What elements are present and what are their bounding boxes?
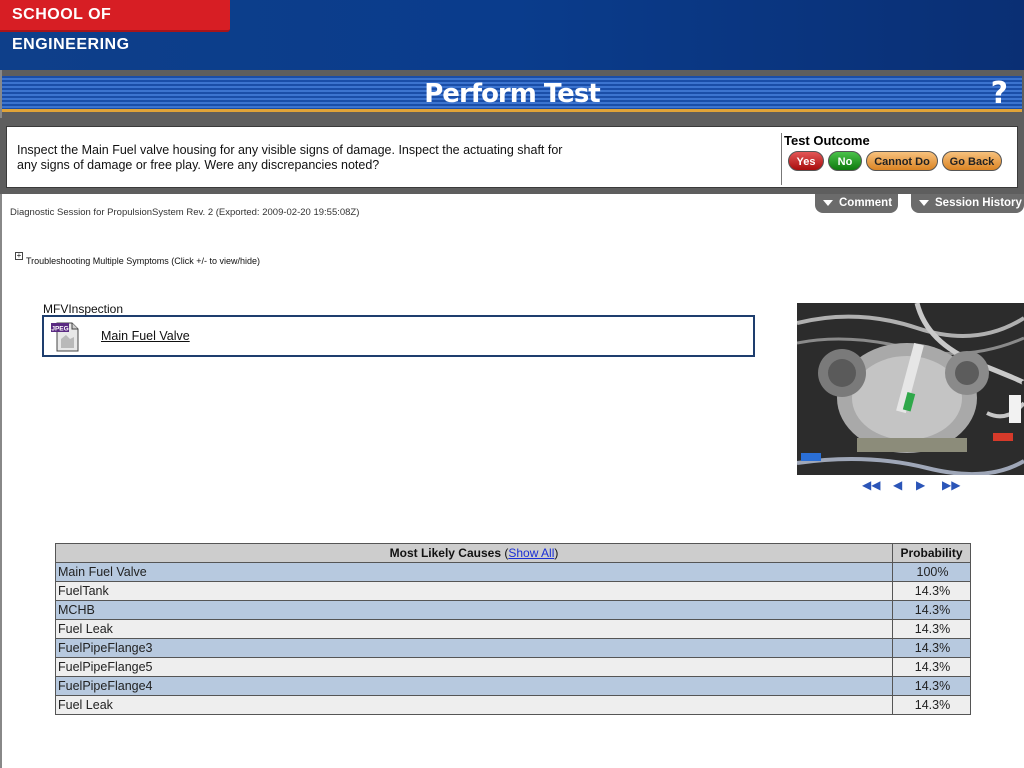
cause-cell: FuelPipeFlange3 — [55, 638, 893, 658]
title-bar-inner: Perform Test ? — [2, 76, 1022, 112]
probability-cell: 14.3% — [892, 581, 971, 601]
help-icon[interactable]: ? — [991, 78, 1008, 110]
most-likely-causes-table: Most Likely Causes (Show All) Probabilit… — [55, 543, 971, 715]
header-banner: SCHOOL OF ENGINEERING — [0, 0, 1024, 70]
troubleshooting-toggle-row: +Troubleshooting Multiple Symptoms (Clic… — [15, 252, 260, 266]
probability-cell: 14.3% — [892, 638, 971, 658]
page-title: Perform Test — [424, 79, 600, 109]
cannot-do-button[interactable]: Cannot Do — [866, 151, 938, 171]
test-outcome-buttons: Yes No Cannot Do Go Back — [788, 151, 1006, 171]
table-header-row: Most Likely Causes (Show All) Probabilit… — [55, 543, 971, 563]
causes-table-body: Main Fuel Valve 100% FuelTank 14.3% MCHB 14.3… — [55, 562, 971, 715]
triangle-down-icon — [919, 199, 929, 206]
test-name: MFVInspection — [43, 302, 124, 316]
component-photo — [797, 303, 1024, 475]
title-bar: Perform Test ? — [0, 70, 1024, 118]
cause-cell: FuelPipeFlange4 — [55, 676, 893, 696]
test-outcome-title: Test Outcome — [784, 133, 870, 148]
session-history-tab[interactable]: Session History — [911, 194, 1024, 213]
cause-cell: FuelPipeFlange5 — [55, 657, 893, 677]
expand-plus-icon[interactable]: + — [15, 252, 23, 260]
instruction-line-1: Inspect the Main Fuel valve housing for … — [17, 143, 563, 157]
attachment-box: JPEG Main Fuel Valve — [42, 315, 755, 357]
cause-cell: MCHB — [55, 600, 893, 620]
table-row[interactable]: Fuel Leak 14.3% — [55, 695, 971, 715]
causes-header-label: Most Likely Causes — [389, 546, 501, 560]
instruction-line-2: any signs of damage or free play. Were a… — [17, 158, 380, 172]
probability-cell: 14.3% — [892, 619, 971, 639]
app-root: SCHOOL OF ENGINEERING Perform Test ? Ins… — [0, 0, 1024, 768]
table-row[interactable]: FuelPipeFlange5 14.3% — [55, 657, 971, 677]
probability-cell: 100% — [892, 562, 971, 582]
table-row[interactable]: FuelTank 14.3% — [55, 581, 971, 601]
session-info: Diagnostic Session for PropulsionSystem … — [10, 207, 360, 218]
no-button[interactable]: No — [828, 151, 862, 171]
jpeg-icon-label: JPEG — [51, 326, 68, 333]
probability-header: Probability — [892, 543, 971, 563]
cause-cell: Fuel Leak — [55, 619, 893, 639]
last-image-icon[interactable]: ▶▶ — [942, 478, 960, 492]
jpeg-file-icon[interactable]: JPEG — [50, 321, 80, 352]
next-image-icon[interactable]: ▶ — [916, 478, 925, 492]
comment-tab[interactable]: Comment — [815, 194, 898, 213]
test-outcome-section: Test Outcome Yes No Cannot Do Go Back — [781, 133, 1002, 185]
probability-cell: 14.3% — [892, 600, 971, 620]
first-image-icon[interactable]: ◀◀ — [862, 478, 880, 492]
probability-cell: 14.3% — [892, 657, 971, 677]
probability-cell: 14.3% — [892, 676, 971, 696]
school-label: SCHOOL OF ENGINEERING — [0, 0, 230, 53]
causes-header: Most Likely Causes (Show All) — [55, 543, 893, 563]
cause-cell: Fuel Leak — [55, 695, 893, 715]
table-row[interactable]: FuelPipeFlange4 14.3% — [55, 676, 971, 696]
instruction-panel-frame: Inspect the Main Fuel valve housing for … — [0, 118, 1024, 194]
yes-button[interactable]: Yes — [788, 151, 824, 171]
cause-cell: Main Fuel Valve — [55, 562, 893, 582]
main-fuel-valve-photo — [797, 303, 1024, 475]
table-row[interactable]: Fuel Leak 14.3% — [55, 619, 971, 639]
instruction-panel: Inspect the Main Fuel valve housing for … — [6, 126, 1018, 188]
table-row[interactable]: FuelPipeFlange3 14.3% — [55, 638, 971, 658]
go-back-button[interactable]: Go Back — [942, 151, 1002, 171]
table-row[interactable]: MCHB 14.3% — [55, 600, 971, 620]
test-instruction: Inspect the Main Fuel valve housing for … — [17, 143, 617, 173]
table-row[interactable]: Main Fuel Valve 100% — [55, 562, 971, 582]
show-all-link[interactable]: Show All — [508, 546, 554, 560]
session-history-tab-label: Session History — [935, 197, 1022, 209]
troubleshooting-label: Troubleshooting Multiple Symptoms (Click… — [26, 256, 261, 266]
cause-cell: FuelTank — [55, 581, 893, 601]
probability-cell: 14.3% — [892, 695, 971, 715]
triangle-down-icon — [823, 199, 833, 206]
comment-tab-label: Comment — [839, 197, 893, 209]
attachment-link[interactable]: Main Fuel Valve — [101, 329, 190, 343]
close-paren: ) — [554, 546, 559, 560]
previous-image-icon[interactable]: ◀ — [893, 478, 902, 492]
